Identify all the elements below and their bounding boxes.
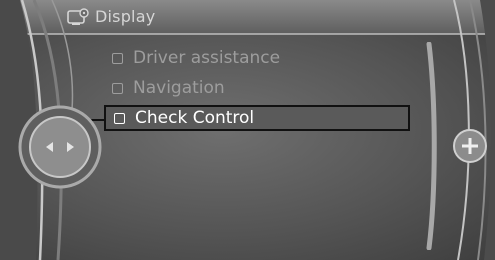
- idrive-screen: Display Driver assistance Navigation Che…: [0, 0, 495, 260]
- checkbox-icon: [112, 82, 123, 94]
- checkbox-icon: [112, 52, 123, 64]
- display-settings-icon: [67, 8, 89, 25]
- scrollbar[interactable]: [426, 42, 438, 250]
- menu-item-driver-assistance[interactable]: Driver assistance: [104, 45, 410, 71]
- checkbox-icon: [114, 112, 125, 124]
- menu-item-label: Driver assistance: [133, 48, 281, 68]
- menu-item-check-control[interactable]: Check Control: [104, 105, 410, 131]
- menu-item-label: Check Control: [135, 108, 255, 128]
- page-title: Display: [95, 7, 156, 26]
- controller-knob[interactable]: [18, 105, 102, 189]
- menu-item-navigation[interactable]: Navigation: [104, 75, 410, 101]
- screen-header: Display: [0, 0, 495, 36]
- add-button[interactable]: [452, 126, 488, 166]
- menu-item-label: Navigation: [133, 78, 225, 98]
